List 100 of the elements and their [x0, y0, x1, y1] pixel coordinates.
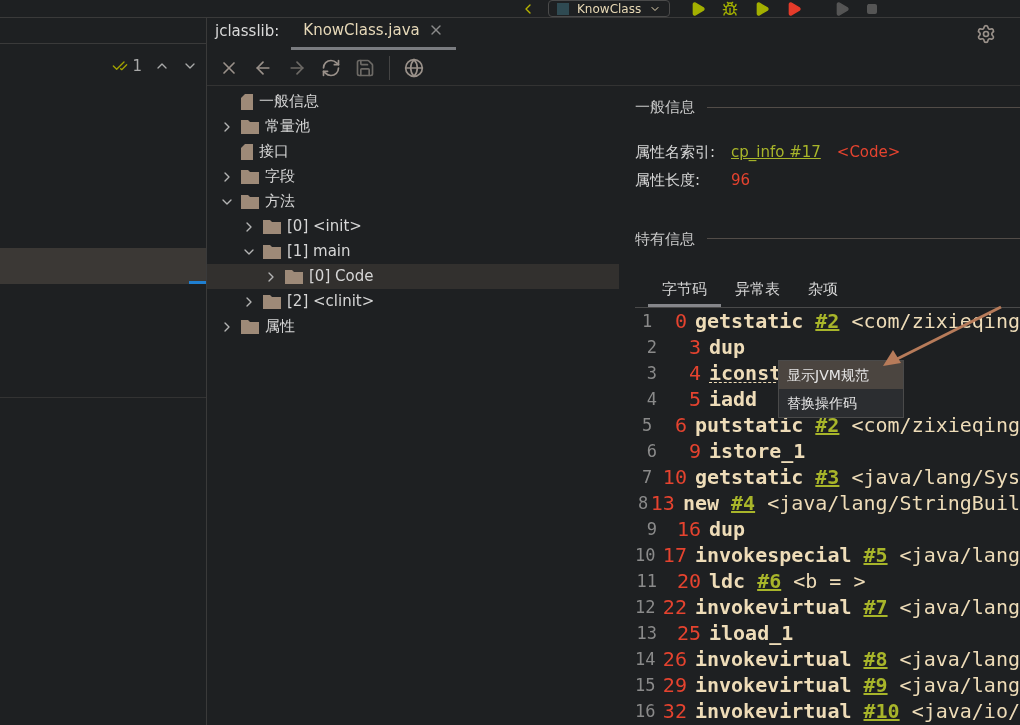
bytecode-offset: 3 — [687, 333, 702, 360]
opcode[interactable]: ldc — [709, 567, 746, 594]
bytecode-offset: 29 — [661, 671, 688, 698]
bytecode-tab[interactable]: 字节码 — [648, 278, 721, 307]
bytecode-offset: 32 — [661, 697, 688, 724]
bytecode-tab[interactable]: 杂项 — [794, 278, 852, 307]
globe-icon[interactable] — [404, 57, 424, 78]
cp-info-link[interactable]: cp_info #17 — [731, 140, 821, 163]
folder-icon — [263, 294, 281, 309]
constant-ref-link[interactable]: #7 — [863, 593, 888, 620]
constant-value: <b = > — [793, 567, 866, 594]
constant-ref-link[interactable]: #6 — [757, 567, 782, 594]
tree-item[interactable]: [0] <init> — [207, 214, 619, 239]
opcode[interactable]: invokevirtual — [694, 593, 852, 620]
opcode[interactable]: dup — [709, 333, 746, 360]
constant-ref-link[interactable]: #10 — [863, 697, 900, 724]
tree-item[interactable]: [2] <clinit> — [207, 289, 619, 314]
tree-item[interactable]: 一般信息 — [207, 89, 619, 114]
opcode[interactable]: dup — [709, 515, 746, 542]
bytecode-offset: 6 — [673, 411, 688, 438]
line-number: 7 — [641, 465, 653, 489]
tree-item[interactable]: 方法 — [207, 189, 619, 214]
tree-item[interactable]: 接口 — [207, 139, 619, 164]
debug-icon[interactable] — [722, 0, 739, 17]
folder-icon — [263, 244, 281, 259]
profile-icon[interactable] — [786, 0, 803, 17]
line-number: 10 — [635, 543, 656, 567]
bytecode-offset: 9 — [687, 437, 702, 464]
refresh-icon[interactable] — [321, 57, 341, 78]
folder-icon — [241, 194, 259, 209]
opcode[interactable]: invokevirtual — [694, 645, 852, 672]
tree-item[interactable]: [1] main — [207, 239, 619, 264]
constant-value: <java/lang — [899, 671, 1020, 698]
opcode[interactable]: istore_1 — [709, 437, 806, 464]
line-number: 11 — [635, 569, 657, 593]
line-number: 2 — [645, 335, 657, 359]
coverage-icon[interactable] — [754, 0, 771, 17]
run-config-dropdown[interactable]: KnowClass — [548, 0, 671, 17]
line-number: 15 — [635, 673, 656, 697]
field-value: <Code> — [836, 141, 901, 163]
opcode[interactable]: iadd — [709, 385, 758, 412]
document-icon — [241, 93, 253, 110]
constant-value: <java/lang — [899, 593, 1020, 620]
constant-ref-link[interactable]: #9 — [863, 671, 888, 698]
field-value: 96 — [731, 170, 751, 191]
constant-ref-link[interactable]: #2 — [815, 307, 840, 334]
line-number: 5 — [641, 413, 653, 437]
line-number: 3 — [645, 361, 657, 385]
line-number: 13 — [635, 621, 657, 645]
line-number: 6 — [645, 439, 657, 463]
section-heading: 特有信息 — [635, 228, 695, 250]
tree-item[interactable]: 常量池 — [207, 114, 619, 139]
opcode[interactable]: iload_1 — [709, 619, 794, 646]
bytecode-offset: 16 — [675, 515, 702, 542]
opcode[interactable]: invokevirtual — [694, 671, 852, 698]
bytecode-offset: 17 — [661, 541, 688, 568]
constant-value: <java/lang — [899, 541, 1020, 568]
line-number: 9 — [645, 517, 657, 541]
folder-icon — [263, 219, 281, 234]
constant-ref-link[interactable]: #8 — [863, 645, 888, 672]
constant-ref-link[interactable]: #4 — [731, 489, 756, 516]
opcode[interactable]: getstatic — [694, 463, 804, 490]
opcode[interactable]: invokevirtual — [694, 697, 852, 724]
tool-window-title: jclasslib: — [215, 20, 280, 42]
menu-item[interactable]: 显示JVM规范 — [779, 361, 903, 389]
bytecode-offset: 20 — [675, 567, 702, 594]
bytecode-offset: 0 — [673, 307, 688, 334]
bytecode-offset: 10 — [661, 463, 688, 490]
section-heading: 一般信息 — [635, 97, 695, 118]
file-tab[interactable]: KnowClass.java — [291, 18, 456, 50]
bytecode-offset: 25 — [675, 619, 702, 646]
bytecode-offset: 4 — [687, 359, 702, 386]
folder-icon — [241, 169, 259, 184]
line-number: 12 — [635, 595, 656, 619]
line-number: 8 — [637, 491, 649, 515]
tree-item[interactable]: [0] Code — [207, 264, 619, 289]
opcode[interactable]: invokespecial — [694, 541, 852, 568]
line-number: 14 — [635, 647, 656, 671]
constant-value: <java/lang — [899, 645, 1020, 672]
opcode[interactable]: getstatic — [694, 307, 804, 334]
problem-count: 1 — [132, 55, 142, 77]
run-icon[interactable] — [690, 0, 707, 17]
constant-ref-link[interactable]: #5 — [863, 541, 888, 568]
opcode[interactable]: iconst — [709, 359, 782, 386]
save-icon[interactable] — [355, 57, 375, 78]
line-number: 16 — [635, 699, 656, 723]
field-label: 属性名索引: — [635, 141, 717, 163]
constant-ref-link[interactable]: #3 — [815, 463, 840, 490]
bytecode-offset: 22 — [661, 593, 688, 620]
tree-item[interactable]: 属性 — [207, 314, 619, 339]
tree-item[interactable]: 字段 — [207, 164, 619, 189]
line-number: 1 — [641, 309, 653, 333]
bytecode-tab[interactable]: 异常表 — [721, 278, 794, 307]
folder-icon — [241, 319, 259, 334]
constant-value: <java/lang/StringBuil — [767, 489, 1020, 516]
opcode[interactable]: new — [682, 489, 720, 516]
settings-icon[interactable] — [976, 24, 996, 44]
line-number: 4 — [645, 387, 657, 411]
bytecode-offset: 13 — [649, 489, 676, 516]
field-label: 属性长度: — [635, 170, 702, 191]
